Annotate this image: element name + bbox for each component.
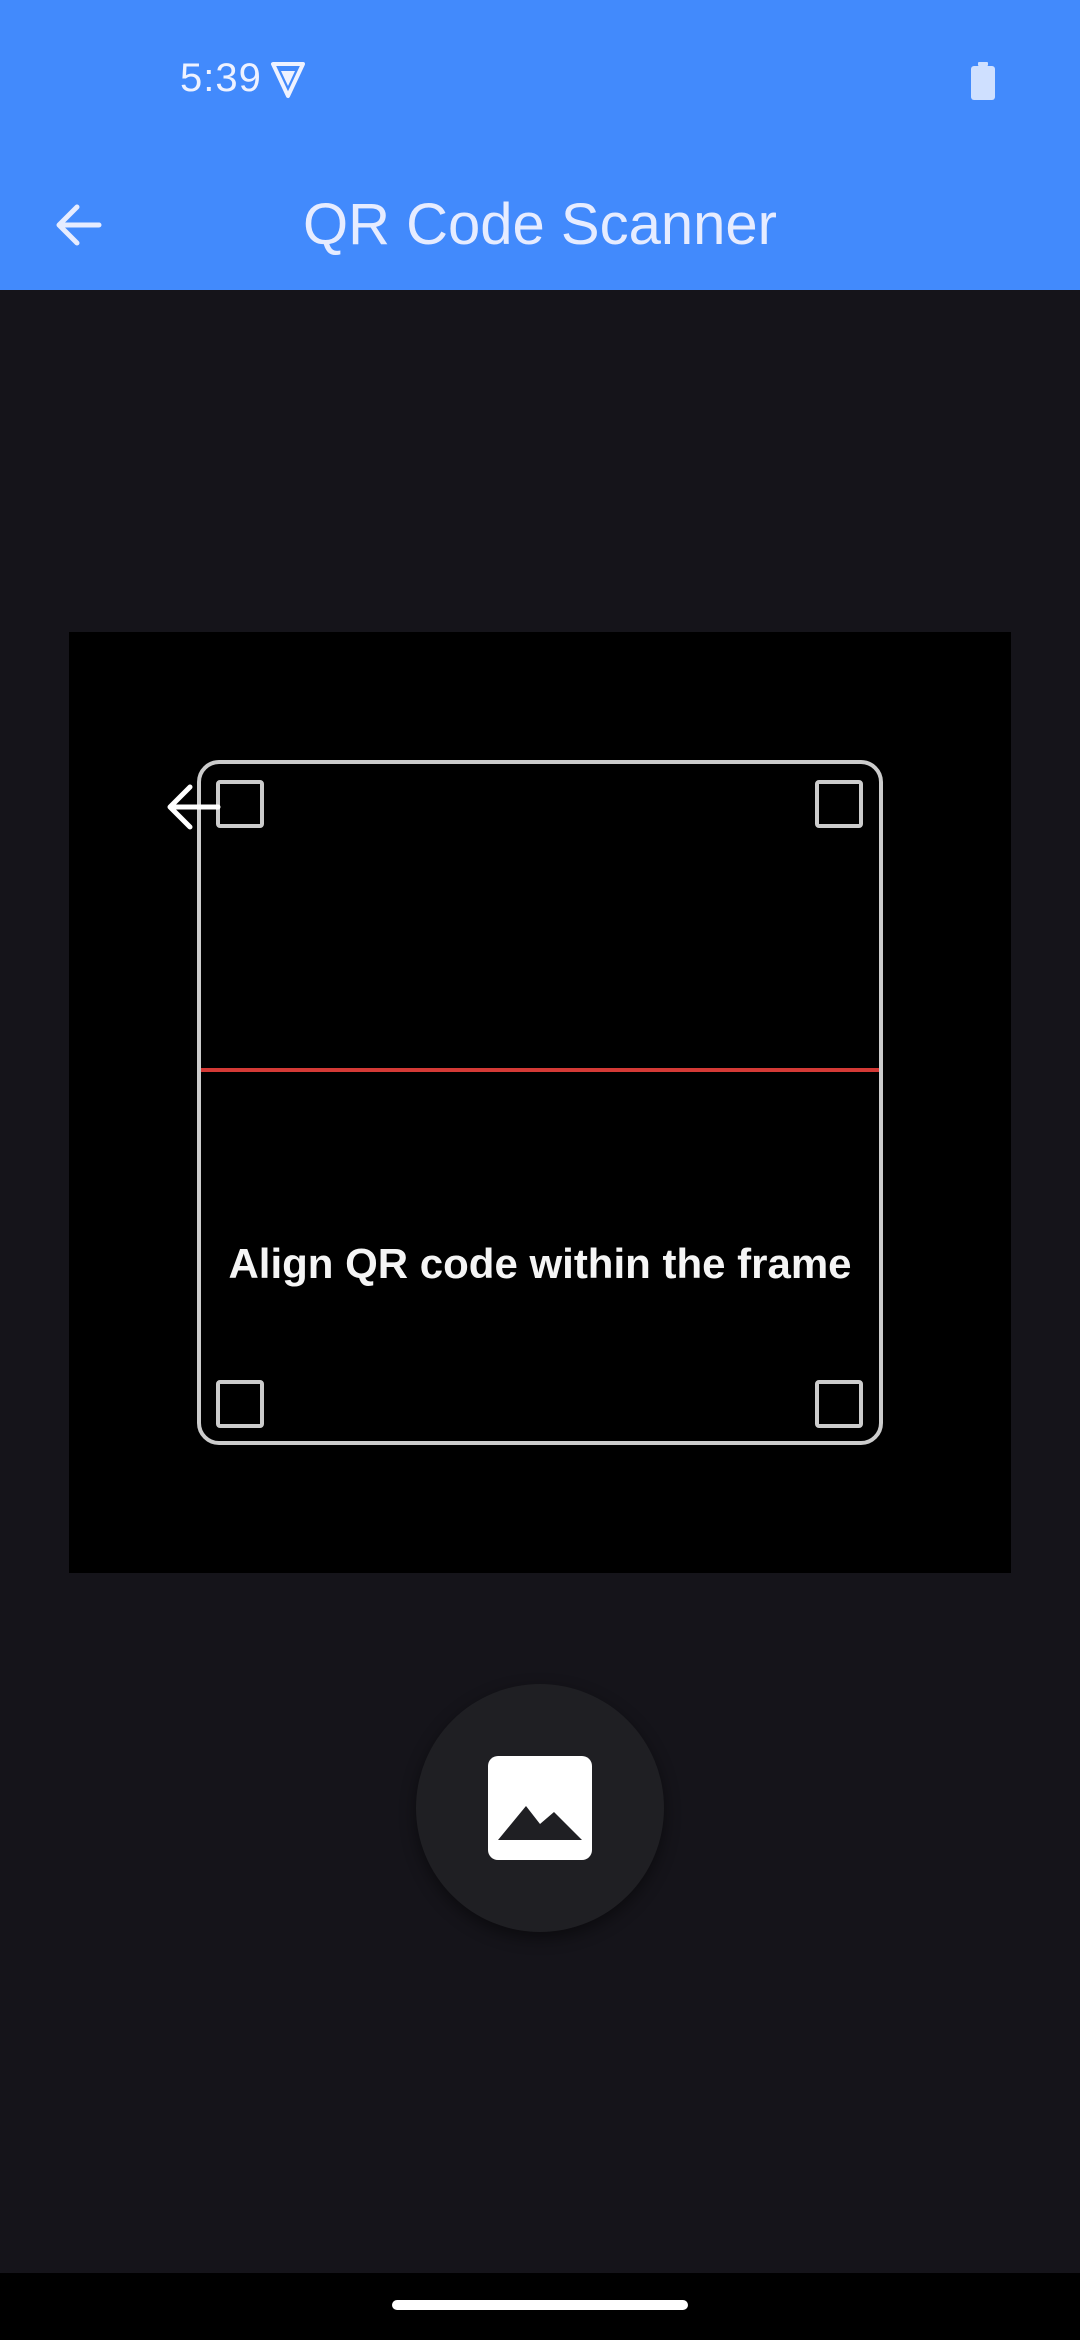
battery-icon (971, 62, 995, 100)
status-time: 5:39 (180, 56, 262, 100)
image-gallery-icon (488, 1756, 592, 1860)
page-title: QR Code Scanner (303, 192, 777, 257)
scan-line (201, 1068, 879, 1072)
overlay-back-arrow-icon[interactable] (164, 782, 222, 832)
corner-marker-top-right (815, 780, 863, 828)
corner-marker-bottom-left (216, 1380, 264, 1428)
gallery-button[interactable] (416, 1684, 664, 1932)
corner-marker-bottom-right (815, 1380, 863, 1428)
scan-hint-text: Align QR code within the frame (228, 1240, 852, 1287)
app-bar: QR Code Scanner (0, 160, 1080, 290)
scan-frame (197, 760, 883, 1445)
status-bar: 5:39 (0, 0, 1080, 160)
vpn-shield-icon (271, 62, 305, 98)
home-indicator[interactable] (392, 2300, 688, 2310)
corner-marker-top-left (216, 780, 264, 828)
